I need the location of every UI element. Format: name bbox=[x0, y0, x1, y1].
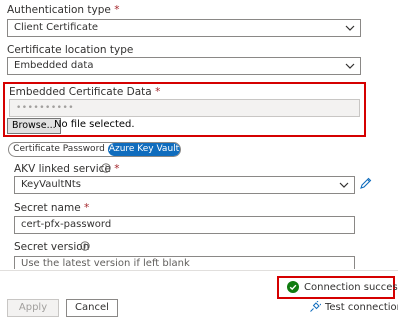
plug-icon bbox=[310, 301, 321, 312]
embedded-data-input[interactable]: •••••••••• bbox=[9, 99, 360, 117]
edit-pencil-icon[interactable] bbox=[359, 177, 372, 190]
required-marker: * bbox=[114, 163, 120, 175]
required-marker: * bbox=[155, 86, 161, 98]
info-icon[interactable] bbox=[80, 241, 90, 251]
info-icon[interactable] bbox=[101, 163, 111, 173]
embedded-data-label: Embedded Certificate Data * bbox=[9, 86, 161, 98]
footer-divider bbox=[0, 270, 398, 271]
required-marker: * bbox=[84, 202, 90, 214]
secret-name-input[interactable]: cert-pfx-password bbox=[14, 216, 355, 234]
akv-service-select[interactable]: KeyVaultNts bbox=[14, 176, 355, 194]
chevron-down-icon bbox=[345, 63, 355, 69]
secret-version-label: Secret version bbox=[14, 241, 90, 253]
secret-version-input[interactable]: Use the latest version if left blank bbox=[14, 256, 355, 269]
cert-location-select[interactable]: Embedded data bbox=[7, 57, 361, 75]
tab-azure-key-vault[interactable]: Azure Key Vault bbox=[108, 143, 180, 156]
connection-status-text: Connection successful bbox=[304, 282, 398, 293]
auth-type-select[interactable]: Client Certificate bbox=[7, 19, 361, 37]
apply-button[interactable]: Apply bbox=[7, 299, 59, 317]
auth-type-label: Authentication type * bbox=[7, 4, 120, 16]
secret-name-label: Secret name * bbox=[14, 202, 90, 214]
no-file-text: No file selected. bbox=[54, 119, 135, 130]
test-connection-button[interactable]: Test connection bbox=[325, 302, 398, 313]
required-marker: * bbox=[114, 4, 120, 16]
credential-source-toggle: Certificate Password Azure Key Vault bbox=[8, 142, 181, 157]
cancel-button[interactable]: Cancel bbox=[66, 299, 118, 317]
browse-button[interactable]: Browse... bbox=[7, 118, 61, 134]
chevron-down-icon bbox=[339, 182, 349, 188]
tab-certificate-password[interactable]: Certificate Password bbox=[11, 143, 107, 156]
check-circle-icon bbox=[287, 281, 299, 293]
cert-location-label: Certificate location type bbox=[7, 44, 134, 56]
chevron-down-icon bbox=[345, 25, 355, 31]
